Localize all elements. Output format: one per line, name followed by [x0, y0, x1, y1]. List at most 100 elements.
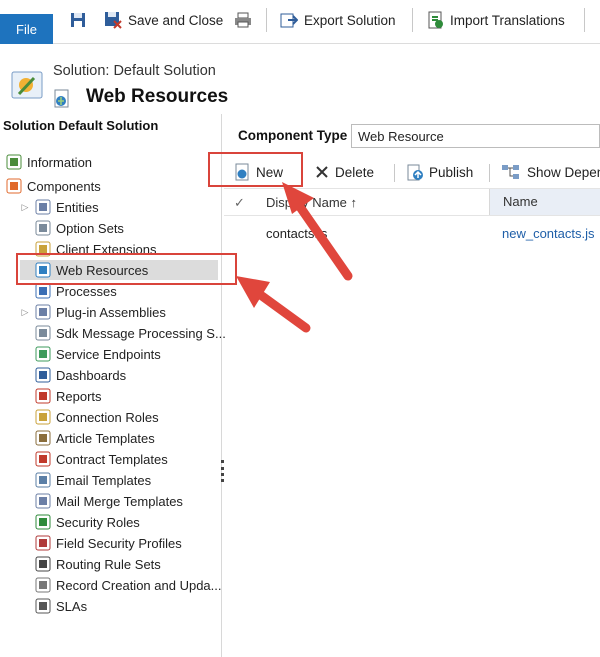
- nav-item-field-security-profiles[interactable]: Field Security Profiles: [20, 533, 182, 553]
- web-resource-icon: [53, 89, 71, 112]
- processes-icon: [35, 283, 51, 299]
- nav-item-information[interactable]: Information: [6, 152, 92, 172]
- nav-item-label: Field Security Profiles: [56, 535, 182, 551]
- nav-item-label: Information: [27, 154, 93, 170]
- web-resources-highlight: [16, 253, 237, 285]
- nav-item-label: Reports: [56, 388, 102, 404]
- nav-item-email-templates[interactable]: Email Templates: [20, 470, 151, 490]
- import-translations-button[interactable]: Import Translations: [428, 8, 565, 32]
- nav-item-reports[interactable]: Reports: [20, 386, 102, 406]
- save-button[interactable]: [70, 8, 86, 32]
- print-icon: [235, 12, 251, 28]
- import-translations-icon: [428, 11, 443, 29]
- save-and-close-button[interactable]: Save and Close: [104, 8, 223, 32]
- nav-item-service-endpoints[interactable]: Service Endpoints: [20, 344, 161, 364]
- nav-item-label: Service Endpoints: [56, 346, 161, 362]
- information-icon: [6, 154, 22, 170]
- mail-merge-icon: [35, 493, 51, 509]
- save-icon: [71, 13, 85, 27]
- publish-label: Publish: [429, 164, 474, 180]
- grid-cell-name-link[interactable]: new_contacts.js: [502, 226, 595, 241]
- nav-item-label: Connection Roles: [56, 409, 159, 425]
- ribbon-divider: [266, 8, 267, 32]
- nav-item-routing-rule-sets[interactable]: Routing Rule Sets: [20, 554, 161, 574]
- arrow-to-web-resources: [236, 276, 311, 333]
- security-roles-icon: [35, 514, 51, 530]
- nav-item-record-creation-and-upda[interactable]: Record Creation and Upda...: [20, 575, 221, 595]
- export-solution-label: Export Solution: [304, 12, 396, 28]
- show-dependencies-label: Show Depen: [527, 164, 600, 180]
- expand-icon[interactable]: ▷: [20, 202, 30, 213]
- nav-item-mail-merge-templates[interactable]: Mail Merge Templates: [20, 491, 183, 511]
- field-security-icon: [35, 535, 51, 551]
- nav-item-sdk-message-processing-s[interactable]: Sdk Message Processing S...: [20, 323, 226, 343]
- expand-icon[interactable]: ▷: [20, 307, 30, 318]
- solution-icon: [10, 70, 46, 105]
- nav-item-label: Mail Merge Templates: [56, 493, 183, 509]
- nav-item-article-templates[interactable]: Article Templates: [20, 428, 155, 448]
- plugin-icon: [35, 304, 51, 320]
- nav-item-label: SLAs: [56, 598, 88, 614]
- nav-item-label: Security Roles: [56, 514, 140, 530]
- contract-templates-icon: [35, 451, 51, 467]
- nav-item-label: Contract Templates: [56, 451, 168, 467]
- toolbar-divider: [489, 164, 490, 182]
- email-templates-icon: [35, 472, 51, 488]
- record-creation-icon: [35, 577, 51, 593]
- nav-item-label: Entities: [56, 199, 99, 215]
- save-and-close-label: Save and Close: [128, 12, 224, 28]
- nav-item-plug-in-assemblies[interactable]: ▷ Plug-in Assemblies: [20, 302, 166, 322]
- ribbon-divider: [412, 8, 413, 32]
- toolbar-divider: [394, 164, 395, 182]
- column-header-name[interactable]: Name: [489, 189, 600, 215]
- publish-icon: [407, 164, 423, 181]
- connection-roles-icon: [35, 409, 51, 425]
- option-sets-icon: [35, 220, 51, 236]
- show-dependencies-button[interactable]: Show Depen: [501, 161, 600, 183]
- reports-icon: [35, 388, 51, 404]
- service-endpoints-icon: [35, 346, 51, 362]
- solution-navigation: Solution Default Solution Information Com…: [0, 114, 226, 657]
- nav-item-entities[interactable]: ▷ Entities: [20, 197, 99, 217]
- nav-item-label: Processes: [56, 283, 117, 299]
- sdk-message-icon: [35, 325, 51, 341]
- component-type-select[interactable]: Web Resource: [351, 124, 600, 148]
- nav-item-slas[interactable]: SLAs: [20, 596, 87, 616]
- nav-item-contract-templates[interactable]: Contract Templates: [20, 449, 168, 469]
- nav-item-label: Sdk Message Processing S...: [56, 325, 226, 341]
- print-button[interactable]: [234, 8, 252, 32]
- component-type-label: Component Type: [238, 128, 348, 143]
- solution-subtitle: Solution: Default Solution: [53, 63, 216, 79]
- export-icon: [280, 13, 298, 28]
- nav-item-label: Email Templates: [56, 472, 152, 488]
- select-all-checkbox[interactable]: ✓: [234, 195, 245, 211]
- nav-item-security-roles[interactable]: Security Roles: [20, 512, 140, 532]
- nav-item-label: Routing Rule Sets: [56, 556, 161, 572]
- nav-item-option-sets[interactable]: Option Sets: [20, 218, 124, 238]
- publish-button[interactable]: Publish: [407, 161, 473, 183]
- import-translations-label: Import Translations: [450, 12, 565, 28]
- export-solution-button[interactable]: Export Solution: [280, 8, 396, 32]
- nav-item-dashboards[interactable]: Dashboards: [20, 365, 126, 385]
- nav-item-label: Article Templates: [56, 430, 155, 446]
- nav-item-label: Option Sets: [56, 220, 124, 236]
- components-icon: [6, 178, 22, 194]
- article-templates-icon: [35, 430, 51, 446]
- routing-rule-icon: [35, 556, 51, 572]
- ribbon-divider: [584, 8, 585, 32]
- nav-item-label: Record Creation and Upda...: [56, 577, 222, 593]
- nav-heading: Solution Default Solution: [3, 118, 159, 133]
- dependencies-icon: [502, 165, 519, 179]
- sla-icon: [35, 598, 51, 614]
- file-button[interactable]: File: [0, 14, 53, 44]
- page-title: Web Resources: [86, 86, 229, 107]
- nav-item-connection-roles[interactable]: Connection Roles: [20, 407, 159, 427]
- save-close-icon: [105, 12, 122, 29]
- entities-icon: [35, 199, 51, 215]
- nav-item-label: Plug-in Assemblies: [56, 304, 166, 320]
- dashboards-icon: [35, 367, 51, 383]
- ribbon: File Save and Close Export Solution Impo…: [0, 0, 600, 44]
- nav-item-label: Dashboards: [56, 367, 127, 383]
- nav-item-components[interactable]: Components: [6, 176, 101, 196]
- nav-item-label: Components: [27, 178, 101, 194]
